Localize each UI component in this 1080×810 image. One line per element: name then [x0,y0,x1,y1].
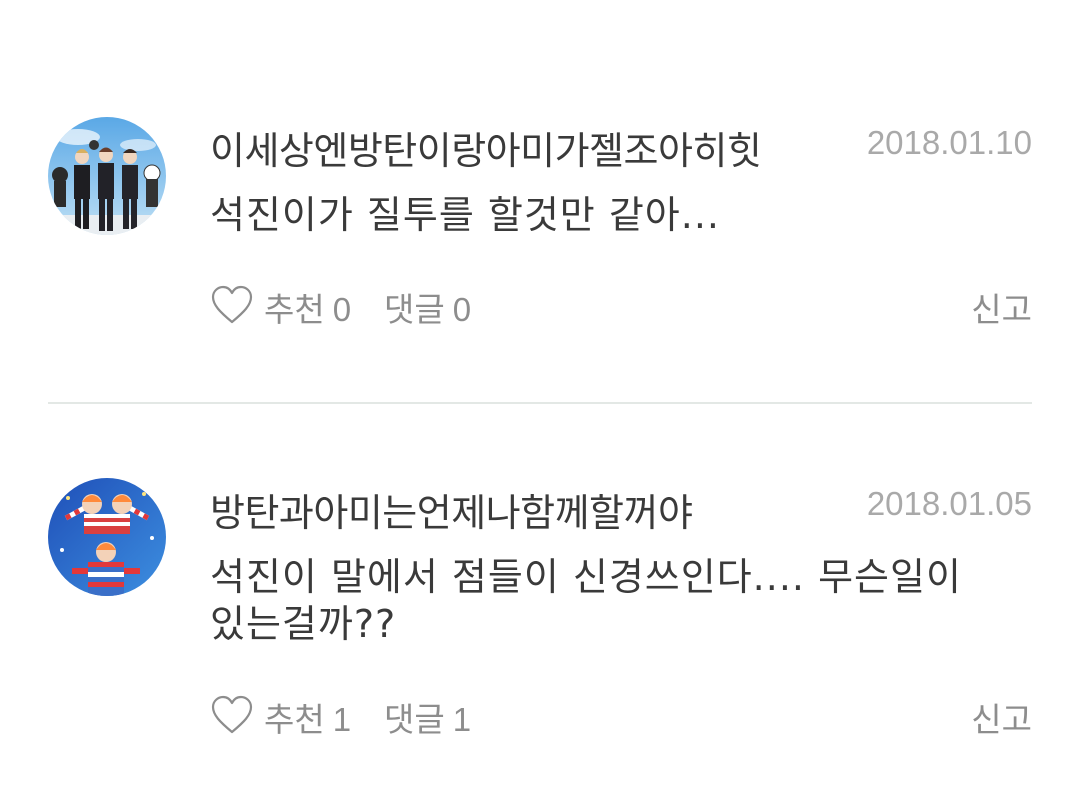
avatar-image [48,478,166,596]
comment-actions: 추천 1 댓글 1 신고 [210,691,1032,741]
avatar[interactable] [48,478,166,596]
heart-outline-icon[interactable] [210,283,254,327]
heart-outline-icon[interactable] [210,693,254,737]
comment-date: 2018.01.05 [866,485,1032,522]
like-label: 추천 [264,290,325,329]
like-button[interactable]: 추천 0 [264,283,351,331]
comment-item: 방탄과아미는언제나함께할꺼야 2018.01.05 석진이 말에서 점들이 신경… [0,404,1080,810]
reply-label: 댓글 [384,290,445,329]
comment-text: 석진이가 질투를 할것만 같아... [210,193,720,237]
comment-item: 이세상엔방탄이랑아미가젤조아히힛 2018.01.10 석진이가 질투를 할것만… [0,0,1080,400]
like-label: 추천 [264,700,325,739]
reply-button[interactable]: 댓글 1 [384,693,471,741]
comment-username[interactable]: 방탄과아미는언제나함께할꺼야 [210,482,693,537]
report-button[interactable]: 신고 [971,283,1032,331]
reply-count: 1 [452,701,472,738]
comment-date: 2018.01.10 [866,124,1032,161]
like-count: 0 [332,291,352,328]
avatar-image [48,117,166,235]
report-button[interactable]: 신고 [971,693,1032,741]
comment-list: 이세상엔방탄이랑아미가젤조아히힛 2018.01.10 석진이가 질투를 할것만… [0,0,1080,810]
like-button[interactable]: 추천 1 [264,693,351,741]
reply-button[interactable]: 댓글 0 [384,283,471,331]
reply-label: 댓글 [384,700,445,739]
comment-text: 석진이 말에서 점들이 신경쓰인다.... 무슨일이 있는걸까?? [210,555,962,646]
like-count: 1 [332,701,352,738]
reply-count: 0 [452,291,472,328]
comment-username[interactable]: 이세상엔방탄이랑아미가젤조아히힛 [210,120,762,175]
avatar[interactable] [48,117,166,235]
comment-actions: 추천 0 댓글 0 신고 [210,281,1032,331]
